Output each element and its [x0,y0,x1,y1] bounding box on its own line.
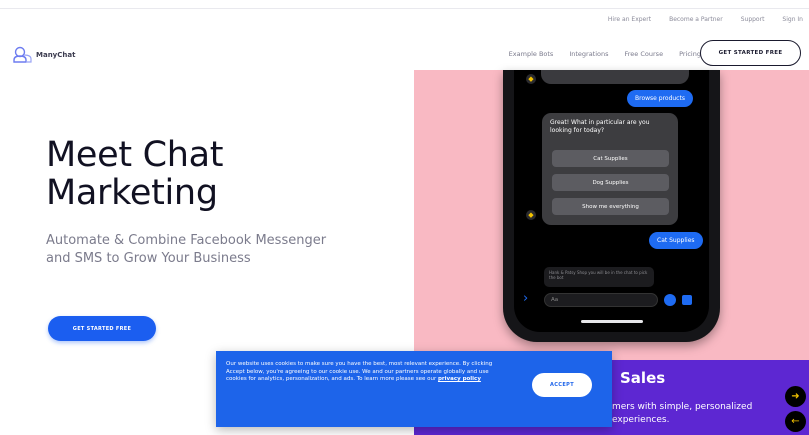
user-message-browse: Browse products [627,90,693,107]
bot-message-card: Great! What in particular are you lookin… [542,113,678,225]
sales-title: Sales [620,369,666,387]
page: Hire an Expert Become a Partner Support … [0,0,809,435]
previous-message-bubble [541,70,689,84]
like-icon[interactable] [682,295,692,305]
message-input[interactable]: Aa [544,293,658,307]
quick-reply-cat-supplies[interactable]: Cat Supplies [552,150,669,167]
nav-link-example-bots[interactable]: Example Bots [509,50,554,58]
home-indicator [581,320,643,323]
accept-cookies-button[interactable]: ACCEPT [532,373,592,397]
hero-title: Meet Chat Marketing [46,135,224,213]
bot-avatar-icon: ◆ [526,74,536,84]
bot-message-text: Great! What in particular are you lookin… [550,119,650,134]
top-divider [0,8,809,9]
message-input-row: › Aa [514,290,709,312]
header-get-started-button[interactable]: GET STARTED FREE [700,40,801,66]
brand-logo[interactable]: ManyChat [12,46,75,64]
privacy-policy-link[interactable]: privacy policy [438,376,481,382]
nav-link-free-course[interactable]: Free Course [625,50,664,58]
phone-screen: ◆ Browse products Great! What in particu… [514,70,709,332]
user-message-cat-supplies: Cat Supplies [649,232,703,249]
hero-get-started-button[interactable]: GET STARTED FREE [48,316,156,341]
hero-title-line2: Marketing [46,173,218,213]
nav-link-integrations[interactable]: Integrations [569,50,608,58]
emoji-icon[interactable] [664,294,676,306]
quick-reply-dog-supplies[interactable]: Dog Supplies [552,174,669,191]
bot-avatar-icon: ◆ [526,210,536,220]
nav-link-pricing[interactable]: Pricing [679,50,701,58]
util-link-become-partner[interactable]: Become a Partner [669,16,723,23]
utility-nav: Hire an Expert Become a Partner Support … [608,16,803,23]
quick-reply-show-everything[interactable]: Show me everything [552,198,669,215]
cookie-text: Our website uses cookies to make sure yo… [226,361,496,384]
phone-mockup: ◆ Browse products Great! What in particu… [503,70,720,342]
manychat-logo-icon [13,46,32,63]
util-link-hire-expert[interactable]: Hire an Expert [608,16,651,23]
main-nav: Example Bots Integrations Free Course Pr… [509,50,701,58]
arrow-right-icon[interactable]: ➜ [785,386,806,407]
hero-title-line1: Meet Chat [46,135,224,175]
hero-subtitle: Automate & Combine Facebook Messenger an… [46,233,327,266]
sales-subtitle: mers with simple, personalized experienc… [612,402,753,425]
util-link-support[interactable]: Support [741,16,765,23]
arrow-left-icon[interactable]: ← [785,411,806,432]
brand-name: ManyChat [36,51,76,59]
typing-note: Hank & Patsy Shop you will be in the cha… [544,267,654,287]
util-link-sign-in[interactable]: Sign In [782,16,803,23]
cookie-banner: Our website uses cookies to make sure yo… [216,351,612,427]
chevron-right-icon[interactable]: › [523,292,528,306]
